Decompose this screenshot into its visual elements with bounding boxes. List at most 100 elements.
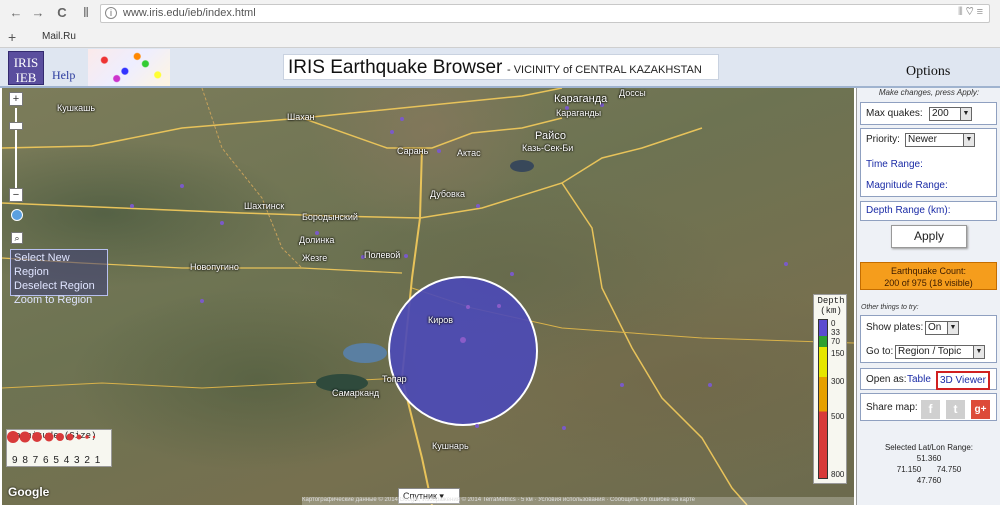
globe-icon[interactable]: [11, 209, 23, 221]
magnitude-range-link[interactable]: Magnitude Range:: [866, 180, 948, 191]
share-row: Share map: f t g+: [860, 393, 997, 421]
max-quakes-value: 200: [932, 108, 949, 119]
open-as-row: Open as: Table 3D Viewer: [860, 368, 997, 390]
add-bookmark-icon[interactable]: +: [8, 29, 16, 45]
quake-dot[interactable]: [400, 117, 404, 121]
quake-dot[interactable]: [130, 204, 134, 208]
size-dot: [7, 431, 19, 443]
back-button[interactable]: ←: [8, 5, 24, 21]
depth-tick: 500: [831, 412, 845, 421]
map-label: Казь-Сек-Би: [522, 143, 574, 153]
map-label: Самарканд: [332, 388, 380, 398]
app-header: IRIS IEB Help IRIS Earthquake Browser - …: [0, 48, 1000, 88]
depth-tick: 800: [831, 470, 845, 479]
title-box: IRIS Earthquake Browser - VICINITY of CE…: [283, 54, 719, 80]
quake-dot[interactable]: [476, 204, 480, 208]
lon-max: 74.750: [936, 465, 962, 474]
zoom-control: + −: [9, 92, 23, 222]
depth-color-bar: [818, 319, 828, 479]
show-plates-label: Show plates:: [866, 322, 924, 333]
help-link[interactable]: Help: [52, 68, 75, 83]
latlon-range: Selected Lat/Lon Range: 51.360 71.150 74…: [857, 442, 1000, 486]
time-range-link[interactable]: Time Range:: [866, 159, 923, 170]
size-dot: [66, 433, 74, 441]
select-new-region-link[interactable]: Select New Region: [14, 251, 104, 279]
google-logo: Google: [8, 485, 50, 499]
reload-button[interactable]: C: [54, 5, 70, 21]
address-bar[interactable]: i www.iris.edu/ieb/index.html ⦀ ♡ ≡: [100, 4, 990, 23]
depth-tick: 300: [831, 377, 845, 386]
zoom-search-icon[interactable]: ⌕: [11, 232, 23, 244]
depth-legend-title: Depth (km): [817, 296, 845, 316]
goto-value: Region / Topic: [898, 346, 962, 357]
info-icon[interactable]: i: [105, 7, 117, 19]
options-heading: Options: [906, 64, 951, 79]
size-dot: [85, 435, 89, 439]
depth-tick: 0: [831, 319, 836, 328]
map-label: Караганды: [556, 108, 602, 118]
map-label: Топар: [382, 374, 407, 384]
zoom-to-region-link[interactable]: Zoom to Region: [14, 293, 104, 307]
quake-dot[interactable]: [466, 305, 470, 309]
browser-chrome: ← → C ⦀ i www.iris.edu/ieb/index.html ⦀ …: [0, 0, 1000, 48]
quake-dot[interactable]: [784, 262, 788, 266]
quake-dot[interactable]: [220, 221, 224, 225]
zoom-slider[interactable]: [15, 108, 17, 192]
quake-dot[interactable]: [180, 184, 184, 188]
map-label: Бородынский: [302, 212, 358, 222]
options-panel: Make changes, press Apply: Max quakes: 2…: [856, 88, 1000, 505]
facebook-share-icon[interactable]: f: [921, 400, 940, 419]
lon-min: 71.150: [896, 465, 922, 474]
selected-region-circle[interactable]: [388, 276, 538, 426]
lat-max: 51.360: [916, 454, 942, 463]
quake-dot[interactable]: [390, 130, 394, 134]
url-text[interactable]: www.iris.edu/ieb/index.html: [123, 7, 256, 19]
quake-dot[interactable]: [620, 383, 624, 387]
priority-select[interactable]: Newer ▼: [905, 133, 975, 147]
bookmark-star-icon[interactable]: ⦀ ♡ ≡: [958, 6, 983, 19]
quake-dot[interactable]: [497, 304, 501, 308]
map-canvas[interactable]: Караганда Караганды Шахан Сарань Актас Р…: [2, 88, 854, 505]
deselect-region-link[interactable]: Deselect Region: [14, 279, 104, 293]
zoom-in-button[interactable]: +: [9, 92, 23, 106]
quake-dot[interactable]: [562, 426, 566, 430]
size-dot: [56, 433, 64, 441]
map-label: Жезге: [302, 253, 328, 263]
open-table-link[interactable]: Table: [907, 374, 931, 385]
quake-dot[interactable]: [460, 337, 466, 343]
quake-dot[interactable]: [437, 149, 441, 153]
quake-dot[interactable]: [404, 254, 408, 258]
apps-icon[interactable]: ⦀: [78, 5, 94, 21]
map-label: Кушкашь: [57, 103, 96, 113]
share-label: Share map:: [866, 402, 918, 413]
zoom-slider-handle[interactable]: [9, 122, 23, 130]
open-3d-viewer-link[interactable]: 3D Viewer: [936, 371, 990, 390]
apply-button[interactable]: Apply: [891, 225, 967, 248]
quake-dot[interactable]: [200, 299, 204, 303]
zoom-out-button[interactable]: −: [9, 188, 23, 202]
magnitude-size-dots: [7, 431, 96, 443]
quake-dot[interactable]: [708, 383, 712, 387]
lon-range: 71.150 74.750: [857, 464, 1000, 475]
bookmark-mailru[interactable]: Mail.Ru: [42, 31, 76, 42]
twitter-share-icon[interactable]: t: [946, 400, 965, 419]
magnitude-numbers: 9 8 7 6 5 4 3 2 1: [12, 455, 102, 466]
iris-logo[interactable]: IRIS IEB: [8, 51, 44, 85]
panel-hint: Make changes, press Apply:: [878, 88, 980, 97]
count-label: Earthquake Count:: [890, 266, 967, 276]
lat-min: 47.760: [916, 476, 942, 485]
map-label: Актас: [457, 148, 481, 158]
region-menu: Select New Region Deselect Region Zoom t…: [10, 249, 108, 306]
goto-select[interactable]: Region / Topic ▼: [895, 345, 985, 359]
quake-dot[interactable]: [475, 424, 479, 428]
max-quakes-select[interactable]: 200 ▼: [929, 107, 972, 121]
road: [561, 182, 748, 505]
depth-range-link[interactable]: Depth Range (km):: [866, 205, 950, 216]
page-title: IRIS Earthquake Browser: [288, 57, 503, 78]
show-plates-select[interactable]: On ▼: [925, 321, 959, 335]
googleplus-share-icon[interactable]: g+: [971, 400, 990, 419]
goto-label: Go to:: [866, 346, 894, 357]
forward-button[interactable]: →: [30, 5, 46, 21]
world-map-thumbnail[interactable]: [88, 49, 170, 86]
quake-dot[interactable]: [510, 272, 514, 276]
